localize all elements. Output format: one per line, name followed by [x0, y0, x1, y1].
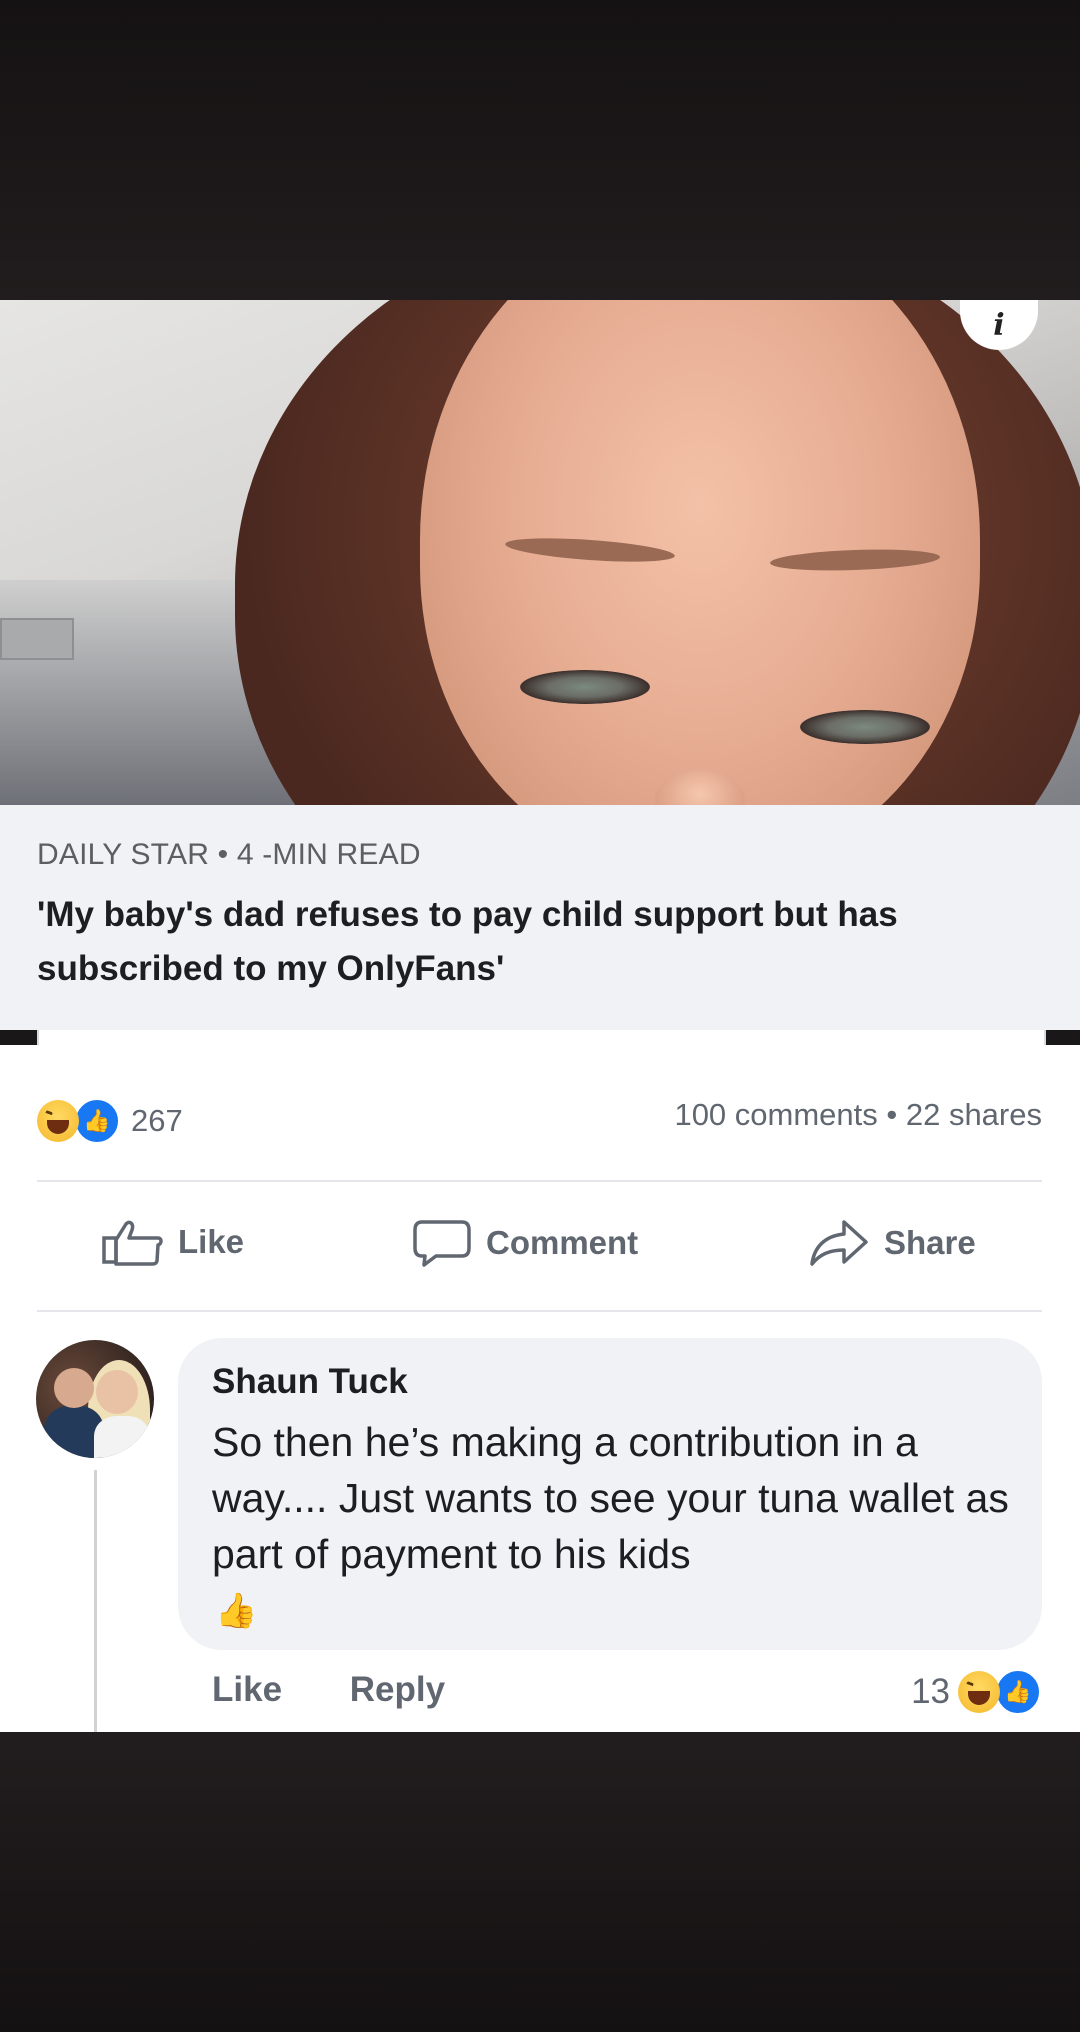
comment-reaction-count: 13	[911, 1672, 950, 1711]
divider	[37, 1180, 1042, 1182]
comment-thread-line	[94, 1470, 97, 1732]
comment-text: So then he’s making a contribution in a …	[212, 1419, 1009, 1577]
comment-button[interactable]: Comment	[412, 1218, 638, 1268]
post-reactions[interactable]: 👍 267	[37, 1097, 183, 1145]
article-image[interactable]	[0, 300, 1080, 805]
like-button[interactable]: Like	[100, 1218, 244, 1266]
top-dark-bar	[0, 0, 1080, 300]
haha-reaction-icon	[37, 1100, 79, 1142]
share-label: Share	[884, 1224, 976, 1261]
comment-author[interactable]: Shaun Tuck	[212, 1362, 408, 1402]
like-label: Like	[178, 1223, 245, 1260]
comments-shares-count[interactable]: 100 comments • 22 shares	[674, 1097, 1042, 1133]
divider	[37, 1310, 1042, 1312]
article-source: DAILY STAR • 4 -MIN READ	[37, 838, 421, 871]
share-icon	[810, 1220, 868, 1266]
bottom-dark-bar	[0, 1732, 1080, 2032]
post-actions: Like Comment Share	[0, 1218, 1080, 1280]
thumbs-up-emoji-icon: 👍	[215, 1592, 258, 1630]
like-reaction-icon: 👍	[994, 1668, 1042, 1716]
comment-label: Comment	[486, 1224, 639, 1261]
reaction-count: 267	[131, 1103, 183, 1138]
like-reaction-icon: 👍	[73, 1097, 121, 1145]
comment-like-button[interactable]: Like	[212, 1670, 282, 1709]
share-button[interactable]: Share	[808, 1218, 976, 1268]
article-title[interactable]: 'My baby's dad refuses to pay child supp…	[37, 888, 1037, 996]
comment-icon	[413, 1220, 471, 1267]
comment-reactions[interactable]: 13 👍	[911, 1668, 1042, 1716]
comment-actions: Like Reply	[212, 1670, 503, 1710]
avatar[interactable]	[36, 1340, 154, 1458]
comment-reply-button[interactable]: Reply	[350, 1670, 445, 1709]
haha-reaction-icon	[958, 1671, 1000, 1713]
thumbs-up-icon	[102, 1220, 163, 1266]
